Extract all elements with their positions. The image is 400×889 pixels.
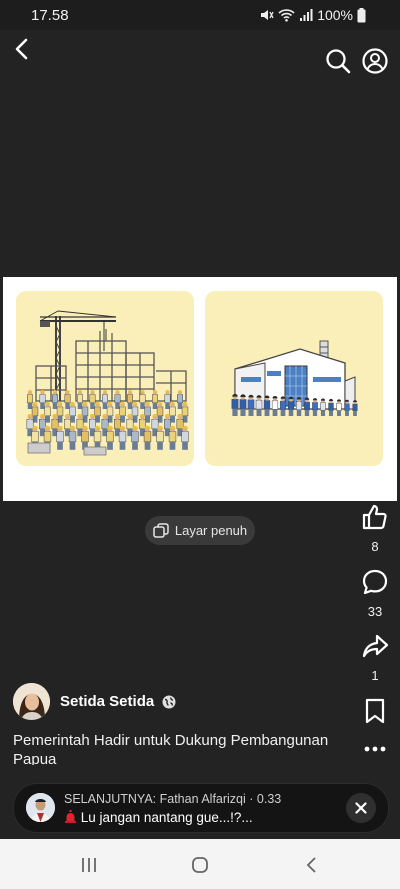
- post-caption: Pemerintah Hadir untuk Dukung Pembanguna…: [13, 732, 329, 765]
- post-image[interactable]: [3, 277, 397, 501]
- battery-icon: [357, 7, 366, 22]
- factory-illustration: [205, 291, 383, 466]
- close-next-button[interactable]: [346, 793, 376, 823]
- author-avatar[interactable]: [13, 683, 50, 720]
- fullscreen-label: Layar penuh: [174, 523, 248, 538]
- search-button[interactable]: [324, 47, 352, 75]
- system-nav-bar: [0, 839, 400, 889]
- more-dots-icon: [364, 746, 386, 752]
- home-icon: [192, 857, 208, 873]
- share-icon: [362, 634, 389, 658]
- comment-button[interactable]: 33: [355, 568, 395, 619]
- author-row[interactable]: Setida Setida: [13, 683, 176, 720]
- profile-button[interactable]: [361, 47, 389, 75]
- bookmark-icon: [365, 698, 385, 724]
- next-video-label: SELANJUTNYA: Fathan Alfarizqi · 0.33: [64, 792, 282, 806]
- share-count: 1: [371, 668, 379, 683]
- back-button[interactable]: [8, 34, 34, 64]
- comment-count: 33: [367, 604, 383, 619]
- next-video-title: Lu jangan nantang gue...!?...: [64, 810, 253, 825]
- author-name[interactable]: Setida Setida: [60, 693, 154, 710]
- recent-apps-icon: [82, 858, 96, 872]
- profile-icon: [362, 48, 388, 74]
- battery-percent: 100%: [317, 7, 353, 23]
- status-icons: 100%: [260, 7, 366, 23]
- mute-icon: [261, 10, 274, 20]
- construction-illustration: [16, 291, 194, 466]
- comment-icon: [362, 569, 388, 595]
- next-video-avatar: [26, 793, 55, 822]
- fullscreen-button[interactable]: Layar penuh: [145, 516, 255, 545]
- system-back-icon: [306, 857, 316, 873]
- globe-icon: [162, 695, 176, 708]
- like-count: 8: [371, 539, 379, 554]
- recent-apps-button[interactable]: [78, 854, 100, 876]
- status-time: 17.58: [31, 7, 69, 24]
- back-arrow-icon: [15, 38, 28, 60]
- close-icon: [355, 802, 367, 814]
- signal-icon: [300, 9, 313, 21]
- system-back-button[interactable]: [301, 854, 323, 876]
- next-video-title-text: Lu jangan nantang gue...!?...: [80, 810, 253, 825]
- fullscreen-icon: [153, 522, 169, 538]
- siren-icon: [65, 810, 76, 823]
- share-button[interactable]: 1: [355, 632, 395, 683]
- wifi-icon: [278, 9, 295, 22]
- save-button[interactable]: [355, 697, 395, 730]
- search-icon: [326, 49, 351, 74]
- top-bar: [0, 30, 400, 92]
- thumbs-up-icon: [362, 504, 387, 530]
- like-button[interactable]: 8: [355, 503, 395, 554]
- home-button[interactable]: [189, 854, 211, 876]
- status-bar: 17.58 100%: [0, 0, 400, 30]
- more-options-button[interactable]: [355, 740, 395, 763]
- next-video-bar[interactable]: SELANJUTNYA: Fathan Alfarizqi · 0.33 Lu …: [13, 783, 389, 833]
